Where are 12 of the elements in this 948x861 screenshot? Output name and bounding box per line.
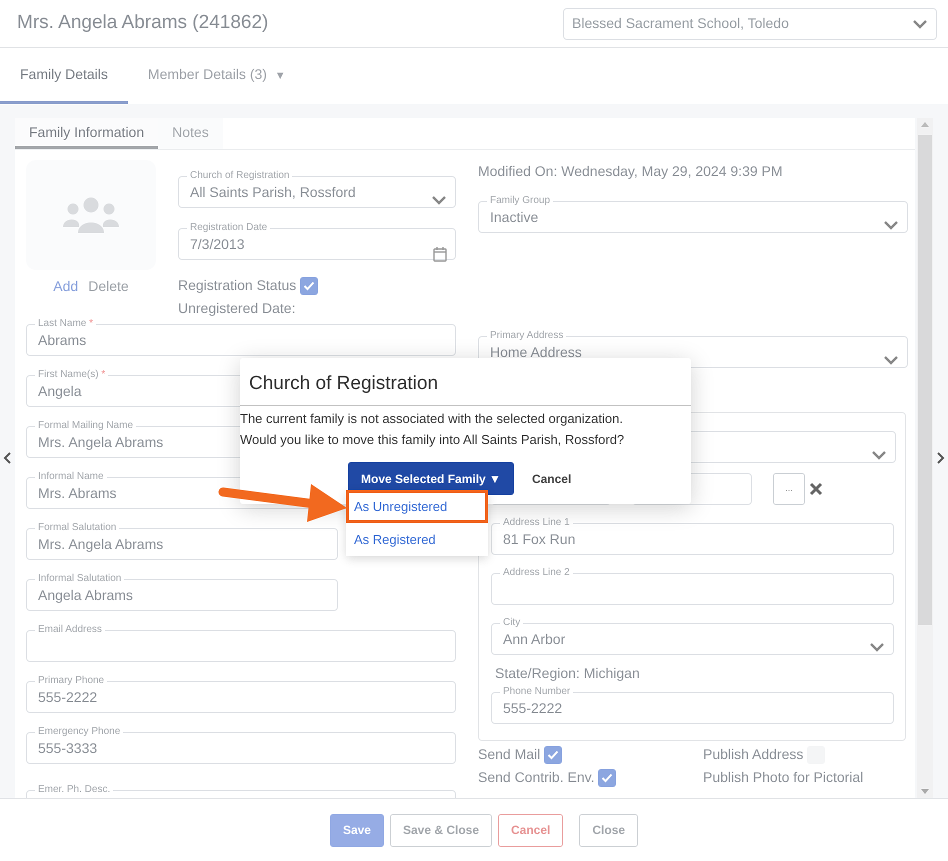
checkbox-label: Publish Photo for Pictorial [702,768,864,787]
checkbox-label: Registration Status [178,276,296,295]
dialog-title: Church of Registration [240,358,691,406]
checkbox-label: Send Contrib. Env. [478,768,594,787]
modified-date: Modified On: Wednesday, May 29, 2024 9:39 PM [478,162,784,181]
dialog-message: The current family is not associated with the selected organization. [240,410,624,428]
state-text: State/Region: Michigan [494,664,641,683]
field-label: Unregistered Date: [178,299,296,318]
checkbox-label: Publish Address [702,745,804,764]
page-title: Mrs. Angela Abrams (241862) [17,11,268,36]
dialog-message: Would you like to move this family into All Saints Parish, Rossford? [240,431,626,449]
checkbox-label: Send Mail [478,745,540,764]
